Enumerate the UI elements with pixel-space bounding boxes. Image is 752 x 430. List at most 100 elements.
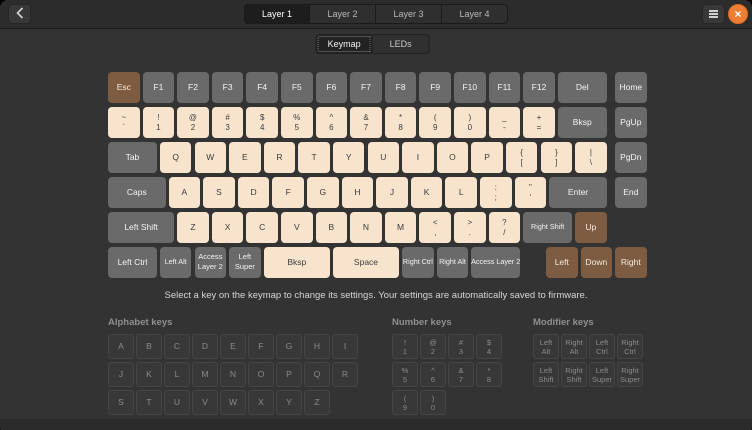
key-tilde-grave[interactable]: ~` [108,107,140,138]
picker-key-left-super[interactable]: LeftSuper [589,362,615,387]
picker-key-x[interactable]: X [248,390,274,415]
key-y[interactable]: Y [333,142,365,173]
toggle-keymap[interactable]: Keymap [316,34,373,54]
key-plus-equals[interactable]: += [523,107,555,138]
key-f11[interactable]: F11 [489,72,521,103]
key-exclam-1[interactable]: !1 [143,107,175,138]
key-f6[interactable]: F6 [316,72,348,103]
key-at-2[interactable]: @2 [177,107,209,138]
picker-key-left-shift[interactable]: LeftShift [533,362,559,387]
picker-key-5[interactable]: %5 [392,362,418,387]
menu-button[interactable] [702,4,725,24]
key-f10[interactable]: F10 [454,72,486,103]
key-question-slash[interactable]: ?/ [489,212,521,243]
key-right[interactable]: Right [615,247,647,278]
key-o[interactable]: O [437,142,469,173]
key-brace-bracket-open[interactable]: {[ [506,142,538,173]
picker-key-u[interactable]: U [164,390,190,415]
picker-key-0[interactable]: )0 [420,390,446,415]
key-quote-apostrophe[interactable]: "' [515,177,547,208]
key-less-comma[interactable]: <, [419,212,451,243]
key-f9[interactable]: F9 [419,72,451,103]
picker-key-s[interactable]: S [108,390,134,415]
key-f4[interactable]: F4 [246,72,278,103]
key-f2[interactable]: F2 [177,72,209,103]
key-r[interactable]: R [264,142,296,173]
key-paren-open-9[interactable]: (9 [419,107,451,138]
key-left-super[interactable]: LeftSuper [229,247,261,278]
key-n[interactable]: N [350,212,382,243]
key-h[interactable]: H [342,177,374,208]
picker-key-h[interactable]: H [304,334,330,359]
key-bksp[interactable]: Bksp [264,247,330,278]
key-percent-5[interactable]: %5 [281,107,313,138]
picker-key-r[interactable]: R [332,362,358,387]
key-hash-3[interactable]: #3 [212,107,244,138]
picker-key-w[interactable]: W [220,390,246,415]
picker-key-b[interactable]: B [136,334,162,359]
key-k[interactable]: K [411,177,443,208]
key-v[interactable]: V [281,212,313,243]
key-u[interactable]: U [368,142,400,173]
key-f12[interactable]: F12 [523,72,555,103]
picker-key-1[interactable]: !1 [392,334,418,359]
key-d[interactable]: D [238,177,270,208]
tab-layer-4[interactable]: Layer 4 [442,4,508,24]
picker-key-3[interactable]: #3 [448,334,474,359]
key-amp-7[interactable]: &7 [350,107,382,138]
key-f7[interactable]: F7 [350,72,382,103]
key-access-layer-2-right[interactable]: Access Layer 2 [471,247,520,278]
key-left[interactable]: Left [546,247,578,278]
picker-key-2[interactable]: @2 [420,334,446,359]
picker-key-z[interactable]: Z [304,390,330,415]
key-f5[interactable]: F5 [281,72,313,103]
key-end[interactable]: End [615,177,647,208]
picker-key-f[interactable]: F [248,334,274,359]
picker-key-9[interactable]: (9 [392,390,418,415]
picker-key-l[interactable]: L [164,362,190,387]
picker-key-6[interactable]: ^6 [420,362,446,387]
key-e[interactable]: E [229,142,261,173]
key-right-shift[interactable]: Right Shift [523,212,572,243]
picker-key-4[interactable]: $4 [476,334,502,359]
picker-key-j[interactable]: J [108,362,134,387]
picker-key-v[interactable]: V [192,390,218,415]
picker-key-a[interactable]: A [108,334,134,359]
key-p[interactable]: P [471,142,503,173]
key-m[interactable]: M [385,212,417,243]
key-z[interactable]: Z [177,212,209,243]
key-access-layer-2-left[interactable]: AccessLayer 2 [195,247,227,278]
tab-layer-1[interactable]: Layer 1 [244,4,310,24]
key-pgdn[interactable]: PgDn [615,142,647,173]
picker-key-g[interactable]: G [276,334,302,359]
key-space[interactable]: Space [333,247,399,278]
toggle-leds[interactable]: LEDs [373,34,430,54]
picker-key-o[interactable]: O [248,362,274,387]
picker-key-7[interactable]: &7 [448,362,474,387]
key-caps[interactable]: Caps [108,177,166,208]
key-caret-6[interactable]: ^6 [316,107,348,138]
picker-key-y[interactable]: Y [276,390,302,415]
picker-key-p[interactable]: P [276,362,302,387]
key-bksp[interactable]: Bksp [558,107,607,138]
key-x[interactable]: X [212,212,244,243]
picker-key-8[interactable]: *8 [476,362,502,387]
picker-key-right-super[interactable]: RightSuper [617,362,643,387]
key-paren-close-0[interactable]: )0 [454,107,486,138]
picker-key-q[interactable]: Q [304,362,330,387]
key-j[interactable]: J [376,177,408,208]
picker-key-n[interactable]: N [220,362,246,387]
picker-key-left-alt[interactable]: LeftAlt [533,334,559,359]
key-w[interactable]: W [195,142,227,173]
tab-layer-2[interactable]: Layer 2 [310,4,376,24]
key-left-ctrl[interactable]: Left Ctrl [108,247,157,278]
picker-key-m[interactable]: M [192,362,218,387]
picker-key-c[interactable]: C [164,334,190,359]
picker-key-left-ctrl[interactable]: LeftCtrl [589,334,615,359]
picker-key-d[interactable]: D [192,334,218,359]
key-right-alt[interactable]: Right Alt [437,247,469,278]
key-a[interactable]: A [169,177,201,208]
key-dollar-4[interactable]: $4 [246,107,278,138]
picker-key-e[interactable]: E [220,334,246,359]
picker-key-i[interactable]: I [332,334,358,359]
